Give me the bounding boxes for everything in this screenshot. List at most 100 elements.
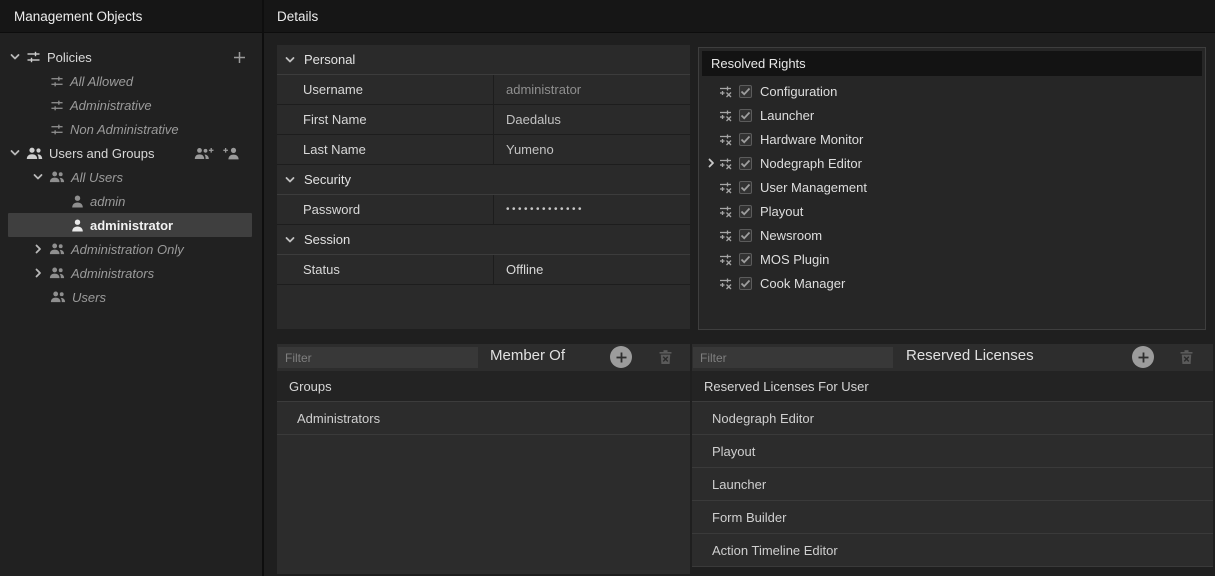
policies-icon [26,50,41,64]
tree-item-administrative[interactable]: Administrative [8,93,252,117]
tree-item-all-users[interactable]: All Users [8,165,252,189]
field-row-status: Status Offline [277,255,690,285]
tree-item-all-allowed[interactable]: All Allowed [8,69,252,93]
groups-list-empty-area [277,435,690,574]
add-policy-icon[interactable] [233,51,246,64]
right-item-launcher: Launcher [699,103,1205,127]
chevron-right-icon[interactable] [31,267,45,279]
first-name-field[interactable]: Daedalus [493,105,690,134]
group-row-administrators[interactable]: Administrators [277,402,690,435]
tree-item-label: Users and Groups [49,146,155,161]
license-row-label: Playout [712,444,755,459]
license-row-playout[interactable]: Playout [692,435,1213,468]
tree-item-non-administrative[interactable]: Non Administrative [8,117,252,141]
form-filler [277,285,690,329]
tree-item-users-and-groups[interactable]: Users and Groups [8,141,252,165]
username-field[interactable]: administrator [493,75,690,104]
reserved-licenses-toolbar: Reserved Licenses [692,344,1213,371]
member-of-section: Member Of Groups Administrators [277,344,690,574]
checkbox-checked[interactable] [739,229,752,242]
section-session[interactable]: Session [277,225,690,255]
right-item-mos-plugin: MOS Plugin [699,247,1205,271]
remove-group-membership-button[interactable] [658,349,673,365]
member-of-title: Member Of [490,347,565,364]
tree-item-users[interactable]: Users [8,285,252,309]
chevron-down-icon [284,174,297,186]
details-title: Details [277,9,318,24]
checkbox-checked[interactable] [739,133,752,146]
checkbox-checked[interactable] [739,205,752,218]
add-group-icon[interactable] [194,147,214,160]
chevron-down-icon[interactable] [8,147,22,159]
tree-item-administrators[interactable]: Administrators [8,261,252,285]
right-item-playout: Playout [699,199,1205,223]
user-icon [71,219,84,232]
section-personal[interactable]: Personal [277,45,690,75]
chevron-down-icon[interactable] [31,171,45,183]
password-field[interactable]: ••••••••••••• [493,195,690,224]
group-icon [49,267,65,279]
tree-item-administration-only[interactable]: Administration Only [8,237,252,261]
checkbox-checked[interactable] [739,277,752,290]
member-of-filter-input[interactable] [278,347,478,368]
field-row-username: Username administrator [277,75,690,105]
right-label: Configuration [760,84,837,99]
section-label: Personal [304,52,355,67]
management-objects-header: Management Objects [0,0,262,33]
user-management-app: Management Objects Details Policies All … [0,0,1215,576]
remove-reserved-license-button[interactable] [1179,349,1194,365]
tree-item-label: Administrative [70,98,152,113]
policy-resolved-icon [719,205,732,218]
reserved-licenses-list-header: Reserved Licenses For User [692,371,1213,402]
policy-resolved-icon [719,109,732,122]
license-row-form-builder[interactable]: Form Builder [692,501,1213,534]
tree-item-label: Administration Only [71,242,184,257]
user-icon [71,195,84,208]
license-row-launcher[interactable]: Launcher [692,468,1213,501]
policy-resolved-icon [719,157,732,170]
management-objects-tree: Policies All Allowed Administrative Non … [0,33,262,576]
section-security[interactable]: Security [277,165,690,195]
policy-resolved-icon [719,181,732,194]
field-label: Password [277,195,493,224]
user-details-form: Personal Username administrator First Na… [277,45,690,329]
chevron-down-icon[interactable] [8,51,22,63]
license-row-action-timeline-editor[interactable]: Action Timeline Editor [692,534,1213,567]
checkbox-checked[interactable] [739,85,752,98]
status-value: Offline [493,255,690,284]
right-item-nodegraph-editor: Nodegraph Editor [699,151,1205,175]
right-item-configuration: Configuration [699,79,1205,103]
license-row-label: Nodegraph Editor [712,411,814,426]
users-and-groups-icon [26,147,43,160]
tree-item-admin[interactable]: admin [8,189,252,213]
policy-resolved-icon [719,229,732,242]
section-label: Session [304,232,350,247]
checkbox-checked[interactable] [739,253,752,266]
last-name-field[interactable]: Yumeno [493,135,690,164]
tree-item-administrator[interactable]: administrator [8,213,252,237]
reserved-licenses-filter-input[interactable] [693,347,893,368]
checkbox-checked[interactable] [739,157,752,170]
right-label: User Management [760,180,867,195]
chevron-right-icon[interactable] [31,243,45,255]
tree-item-label: All Users [71,170,123,185]
groups-list-header-label: Groups [289,379,332,394]
resolved-rights-title: Resolved Rights [711,56,806,71]
right-label: Newsroom [760,228,822,243]
add-user-icon[interactable] [223,147,240,160]
add-reserved-license-button[interactable] [1132,346,1154,368]
policy-resolved-icon [719,85,732,98]
tree-item-label: admin [90,194,125,209]
tree-item-policies[interactable]: Policies [8,45,252,69]
sidebar-divider [262,0,264,576]
right-label: MOS Plugin [760,252,829,267]
chevron-right-icon[interactable] [705,157,718,169]
reserved-licenses-list-header-label: Reserved Licenses For User [704,379,869,394]
license-row-nodegraph-editor[interactable]: Nodegraph Editor [692,402,1213,435]
checkbox-checked[interactable] [739,109,752,122]
add-group-membership-button[interactable] [610,346,632,368]
tree-item-label: Users [72,290,106,305]
checkbox-checked[interactable] [739,181,752,194]
tree-item-label: Non Administrative [70,122,179,137]
policy-icon [50,99,64,112]
